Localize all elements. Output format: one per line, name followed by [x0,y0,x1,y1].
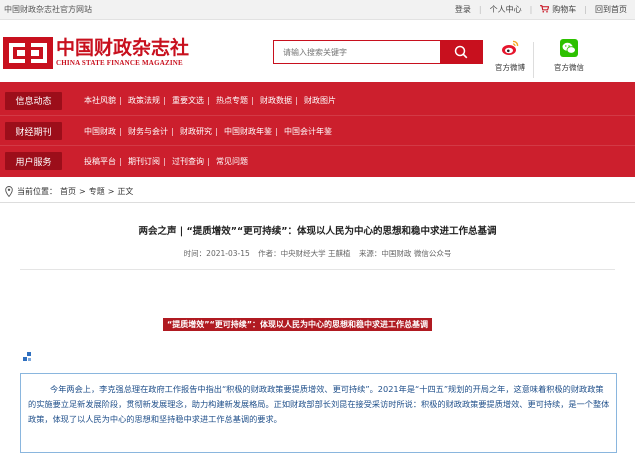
nav-head-journals[interactable]: 财经期刊 [5,122,62,140]
nav-row-services: 用户服务 投稿平台 期刊订阅 过刊查询 常见问题 [0,145,635,176]
cart-link[interactable]: 购物车 [540,4,576,15]
divider: | [584,5,587,14]
breadcrumb-topic[interactable]: 专题 [89,186,105,197]
article-source: 来源：中国财政 微信公众号 [358,249,452,258]
weibo-icon [502,40,519,55]
logo-mark-icon [3,37,53,69]
nav-item[interactable]: 期刊订阅 [120,156,166,167]
site-name: 中国财政杂志社官方网站 [4,5,92,14]
wechat-icon [560,39,578,57]
breadcrumb-separator: > [79,187,86,196]
nav-item[interactable]: 常见问题 [208,156,254,167]
weibo-link[interactable]: 官方微博 [490,39,530,73]
breadcrumb-label: 当前位置： [17,187,57,196]
breadcrumb: 当前位置： 首页 > 专题 > 正文 [0,181,635,203]
article-banner: “提质增效”“更可持续”：体现以人民为中心的思想和稳中求进工作总基调 [163,318,433,331]
article-meta: 时间：2021-03-15 作者：中央财经大学 王麒植 来源：中国财政 微信公众… [0,248,635,259]
home-link[interactable]: 回到首页 [595,4,627,15]
cart-icon [540,5,550,13]
nav-item[interactable]: 财务与会计 [120,126,174,137]
divider: | [529,5,533,14]
wechat-link[interactable]: 官方微信 [549,39,589,73]
nav-item[interactable]: 财政研究 [172,126,218,137]
nav-item[interactable]: 中国财政 [68,126,122,137]
nav-row-news: 信息动态 本社风貌 政策法规 重要文选 热点专题 财政数据 财政图片 [0,85,635,116]
nav-item[interactable]: 中国会计年鉴 [276,126,338,137]
nav-item[interactable]: 本社风貌 [68,95,122,106]
header: 中国财政杂志社 CHINA STATE FINANCE MAGAZINE 官方微… [0,20,635,82]
article: 两会之声 | “提质增效”“更可持续”：体现以人民为中心的思想和稳中求进工作总基… [0,203,635,458]
login-link[interactable]: 登录 [455,4,471,15]
nav-item[interactable]: 热点专题 [208,95,254,106]
nav-items: 投稿平台 期刊订阅 过刊查询 常见问题 [68,156,254,167]
logo-text: 中国财政杂志社 CHINA STATE FINANCE MAGAZINE [56,38,189,68]
nav-head-news[interactable]: 信息动态 [5,91,62,110]
breadcrumb-home[interactable]: 首页 [60,186,76,197]
divider: | [478,5,482,14]
weibo-label: 官方微博 [495,63,525,72]
top-bar: 中国财政杂志社官方网站 登录 | 个人中心 | 购物车 | 回到首页 [0,0,635,20]
nav-item[interactable]: 投稿平台 [68,156,122,167]
logo-chinese: 中国财政杂志社 [56,37,190,59]
nav-row-journals: 财经期刊 中国财政 财务与会计 财政研究 中国财政年鉴 中国会计年鉴 [0,115,635,146]
breadcrumb-current: 正文 [117,187,134,196]
nav-item[interactable]: 财政图片 [296,95,342,106]
article-time: 时间：2021-03-15 [183,249,250,258]
search-button[interactable] [440,41,482,63]
nav-item[interactable]: 中国财政年鉴 [216,126,278,137]
nav-item[interactable]: 政策法规 [120,95,166,106]
nav-item[interactable]: 过刊查询 [164,156,210,167]
wechat-label: 官方微信 [554,63,584,72]
logo[interactable]: 中国财政杂志社 CHINA STATE FINANCE MAGAZINE [3,37,189,69]
nav-items: 中国财政 财务与会计 财政研究 中国财政年鉴 中国会计年鉴 [68,126,338,137]
breadcrumb-separator: > [107,187,115,196]
cart-label: 购物车 [552,5,577,14]
logo-english: CHINA STATE FINANCE MAGAZINE [56,59,183,67]
search-box [273,40,483,64]
decoration-squares-icon [23,352,31,361]
divider [20,269,615,270]
nav-head-services[interactable]: 用户服务 [5,152,62,170]
location-pin-icon [5,186,13,197]
article-author: 作者：中央财经大学 王麒植 [258,249,351,258]
top-links: 登录 | 个人中心 | 购物车 | 回到首页 [455,4,627,15]
nav-items: 本社风貌 政策法规 重要文选 热点专题 财政数据 财政图片 [68,95,342,106]
search-input[interactable] [274,41,439,63]
user-center-link[interactable]: 个人中心 [490,4,522,15]
nav-item[interactable]: 重要文选 [164,95,210,106]
main-nav: 信息动态 本社风貌 政策法规 重要文选 热点专题 财政数据 财政图片 财经期刊 … [0,82,635,177]
search-icon [454,45,468,59]
article-paragraph: 今年两会上，李克强总理在政府工作报告中指出“积极的财政政策要提质增效、更可持续”… [20,373,617,453]
divider [533,42,534,78]
article-title: 两会之声 | “提质增效”“更可持续”：体现以人民为中心的思想和稳中求进工作总基… [138,226,497,237]
nav-item[interactable]: 财政数据 [252,95,298,106]
